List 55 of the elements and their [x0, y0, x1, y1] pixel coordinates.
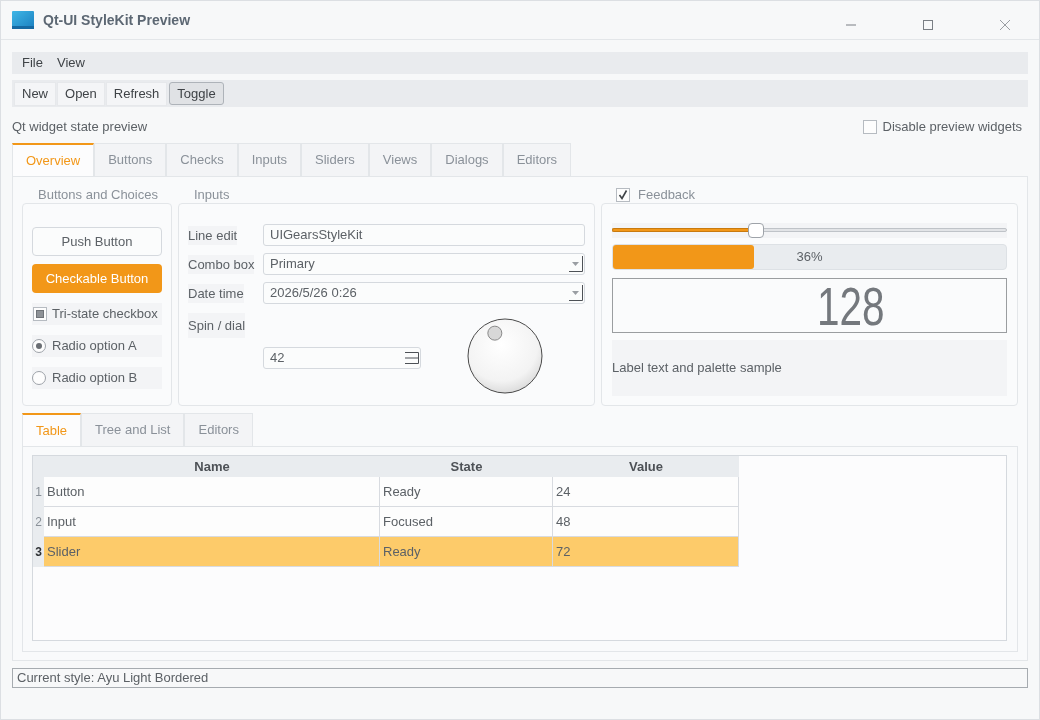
- progress-text: 36%: [796, 248, 823, 267]
- label-text: Label text and palette sample: [612, 359, 782, 378]
- table-cell: Ready: [380, 537, 553, 567]
- dropdown-arrow-icon: [568, 256, 583, 272]
- radio-label: Radio option A: [52, 337, 137, 356]
- toolbar-button[interactable]: Refresh: [105, 81, 168, 106]
- column-header[interactable]: Value: [553, 456, 739, 477]
- group-title: Buttons and Choices: [38, 185, 158, 204]
- field-label: Line edit: [188, 226, 238, 245]
- spin-box[interactable]: 42: [263, 347, 421, 369]
- field-label: Combo box: [188, 255, 255, 274]
- row-header: 3: [33, 537, 44, 567]
- dial[interactable]: [467, 318, 543, 394]
- maximize-icon[interactable]: [923, 20, 933, 30]
- radio-button[interactable]: [32, 371, 46, 385]
- menu-item[interactable]: File: [22, 53, 43, 73]
- table-row[interactable]: 3 Slider Ready 72: [33, 537, 739, 567]
- radio-label: Radio option B: [52, 369, 138, 388]
- table-row[interactable]: 1 Button Ready 24: [33, 477, 739, 507]
- toolbar-button[interactable]: Open: [57, 81, 105, 106]
- app-icon: [12, 11, 34, 29]
- slider-handle[interactable]: [748, 223, 765, 238]
- menu-item[interactable]: View: [56, 53, 85, 73]
- checkbox[interactable]: [33, 307, 47, 321]
- slider-track[interactable]: [612, 223, 1007, 238]
- row-header: 2: [33, 507, 44, 537]
- checkbox-label: Disable preview widgets: [882, 117, 1022, 136]
- dial-notch[interactable]: [487, 325, 503, 341]
- column-header[interactable]: Name: [44, 456, 380, 477]
- radio-button[interactable]: [32, 339, 46, 353]
- line-edit-field[interactable]: UIGearsStyleKit: [263, 224, 585, 246]
- date-time-field[interactable]: 2026/5/26 0:26: [263, 282, 585, 304]
- group-title: Inputs: [194, 185, 230, 204]
- toolbar-button[interactable]: New: [14, 81, 56, 106]
- checkbox[interactable]: [862, 119, 877, 134]
- lcd-digits: 128: [817, 278, 885, 333]
- close-icon[interactable]: [1000, 20, 1010, 30]
- row-header: 1: [33, 477, 44, 507]
- combo-box[interactable]: Primary: [263, 253, 585, 275]
- caption-text: Qt widget state preview: [12, 117, 148, 136]
- table-cell: 72: [553, 537, 739, 567]
- group-title: Feedback: [638, 185, 696, 204]
- status-text: Current style: Ayu Light Bordered: [17, 669, 209, 688]
- table-cell: Slider: [44, 537, 380, 567]
- window-title: Qt-UI StyleKit Preview: [43, 10, 191, 30]
- table-row[interactable]: 2 Input Focused 48: [33, 507, 739, 537]
- toolbar-button[interactable]: Toggle: [169, 82, 224, 105]
- push-button[interactable]: Push Button: [32, 227, 162, 256]
- dropdown-arrow-icon: [568, 285, 583, 301]
- checkbox-label: Tri-state checkbox: [52, 305, 158, 324]
- column-header[interactable]: State: [380, 456, 553, 477]
- spin-arrows-icon: [405, 352, 419, 364]
- field-label: Spin / dial: [188, 312, 246, 339]
- field-label: Date time: [188, 284, 244, 303]
- checkbox[interactable]: [616, 187, 630, 202]
